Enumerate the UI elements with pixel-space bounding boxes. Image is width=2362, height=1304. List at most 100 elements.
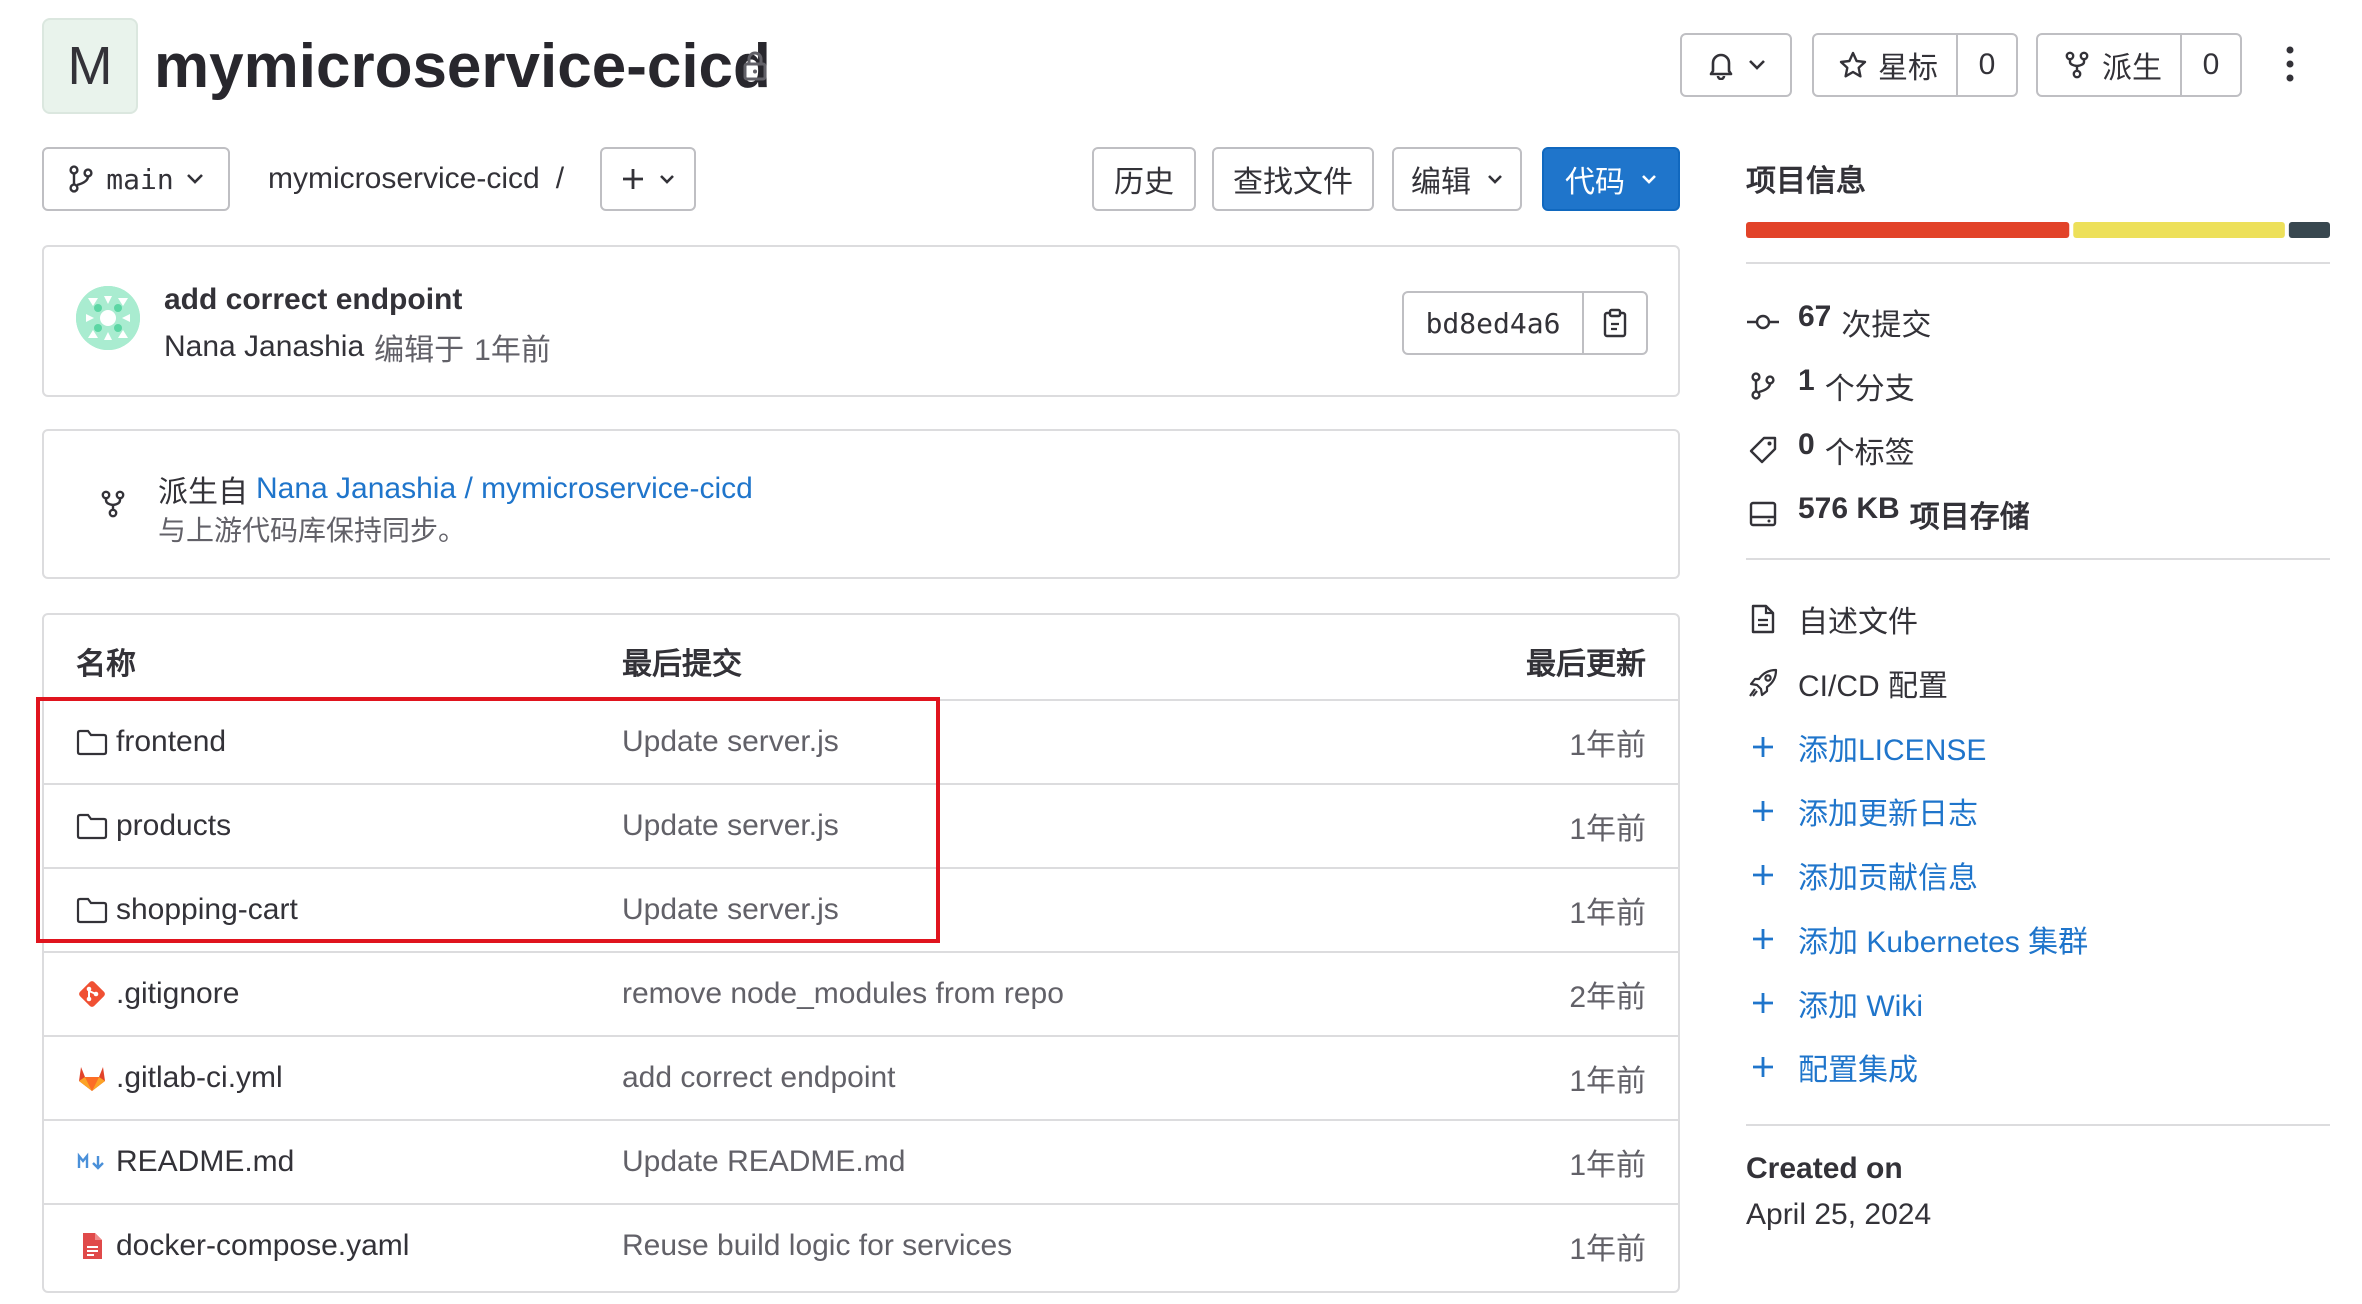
forked-from: 派生自 Nana Janashia / mymicroservice-cicd xyxy=(158,467,753,511)
row-updated-time: 2年前 xyxy=(1569,981,1646,1014)
language-bar[interactable] xyxy=(1746,212,2330,238)
divider xyxy=(1746,558,2330,560)
file-name[interactable]: README.md xyxy=(116,1145,294,1179)
gitlab-icon xyxy=(76,1063,108,1093)
document-icon xyxy=(1746,603,1780,635)
commit-sha[interactable]: bd8ed4a6 xyxy=(1404,293,1584,353)
star-button[interactable]: 星标 0 xyxy=(1812,33,2018,97)
add-changelog-link[interactable]: 添加更新日志 xyxy=(1746,789,1978,833)
add-license-link[interactable]: 添加LICENSE xyxy=(1746,725,1986,769)
plus-icon xyxy=(621,167,645,191)
lock-icon xyxy=(740,50,770,90)
project-title[interactable]: mymicroservice-cicd xyxy=(154,30,771,104)
chevron-down-icon xyxy=(1748,59,1766,71)
tags-label: 个标签 xyxy=(1824,437,1915,470)
configure-integrations-link[interactable]: 配置集成 xyxy=(1746,1045,1918,1089)
tags-stat[interactable]: 0 个标签 xyxy=(1746,428,1915,472)
storage-icon xyxy=(1746,500,1780,528)
table-row[interactable]: .gitignore remove node_modules from repo… xyxy=(44,951,1678,1035)
add-wiki-link[interactable]: 添加 Wiki xyxy=(1746,981,1923,1025)
forked-from-link[interactable]: Nana Janashia / mymicroservice-cicd xyxy=(256,472,753,506)
add-contributing-link[interactable]: 添加贡献信息 xyxy=(1746,853,1978,897)
file-name[interactable]: docker-compose.yaml xyxy=(116,1229,409,1263)
row-commit-message[interactable]: Reuse build logic for services xyxy=(622,1229,1012,1263)
project-info-title: 项目信息 xyxy=(1746,165,1866,198)
fork-sync-status: 与上游代码库保持同步。 xyxy=(158,515,467,546)
project-avatar-letter: M xyxy=(67,36,113,96)
branches-count: 1 xyxy=(1798,364,1815,397)
fork-count[interactable]: 0 xyxy=(2182,35,2240,95)
edit-label: 编辑 xyxy=(1411,166,1471,199)
row-updated-time: 1年前 xyxy=(1569,1233,1646,1266)
table-row[interactable]: README.md Update README.md 1年前 xyxy=(44,1119,1678,1203)
history-button[interactable]: 历史 xyxy=(1092,147,1196,211)
branches-label: 个分支 xyxy=(1824,373,1915,406)
code-label: 代码 xyxy=(1565,166,1625,199)
git-icon xyxy=(76,978,108,1010)
breadcrumb-root[interactable]: mymicroservice-cicd xyxy=(268,162,540,196)
branch-selector[interactable]: main xyxy=(42,147,230,211)
readme-label: 自述文件 xyxy=(1798,606,1918,639)
column-header-name: 名称 xyxy=(76,648,136,681)
row-commit-message[interactable]: remove node_modules from repo xyxy=(622,977,1064,1011)
add-file-dropdown[interactable] xyxy=(600,147,696,211)
row-updated-time: 1年前 xyxy=(1569,813,1646,846)
commit-meta: Nana Janashia 编辑于 1年前 xyxy=(164,325,551,369)
column-header-last-commit: 最后提交 xyxy=(622,648,742,681)
star-count[interactable]: 0 xyxy=(1958,35,2016,95)
commits-label: 次提交 xyxy=(1841,309,1932,342)
plus-icon xyxy=(1746,1055,1780,1079)
commit-action: 编辑于 xyxy=(374,334,465,367)
readme-link[interactable]: 自述文件 xyxy=(1746,597,1918,641)
edit-dropdown[interactable]: 编辑 xyxy=(1392,147,1522,211)
commit-author[interactable]: Nana Janashia xyxy=(164,330,364,364)
tag-icon xyxy=(1746,435,1780,465)
language-bar-segment[interactable] xyxy=(2073,222,2285,238)
code-dropdown[interactable]: 代码 xyxy=(1542,147,1680,211)
last-commit-card: add correct endpoint Nana Janashia 编辑于 1… xyxy=(42,245,1680,397)
project-avatar[interactable]: M xyxy=(42,18,138,114)
copy-sha-button[interactable] xyxy=(1584,293,1646,353)
commits-stat[interactable]: 67 次提交 xyxy=(1746,300,1931,344)
star-icon xyxy=(1838,50,1868,80)
created-on-date: April 25, 2024 xyxy=(1746,1198,1932,1231)
commit-title[interactable]: add correct endpoint xyxy=(164,283,462,317)
plus-icon xyxy=(1746,927,1780,951)
more-actions-icon[interactable] xyxy=(2280,44,2300,88)
breadcrumb: mymicroservice-cicd / xyxy=(268,147,564,211)
highlight-box xyxy=(36,697,940,943)
branch-icon xyxy=(1746,371,1780,401)
author-avatar[interactable] xyxy=(76,286,140,350)
plus-icon xyxy=(1746,863,1780,887)
commit-icon xyxy=(1746,312,1780,332)
file-name[interactable]: .gitignore xyxy=(116,977,239,1011)
add-wiki-label: 添加 Wiki xyxy=(1798,990,1923,1023)
fork-button[interactable]: 派生 0 xyxy=(2036,33,2242,97)
file-name[interactable]: .gitlab-ci.yml xyxy=(116,1061,283,1095)
chevron-down-icon xyxy=(659,174,675,185)
branch-icon xyxy=(68,164,94,194)
commit-time: 1年前 xyxy=(474,334,551,367)
commits-count: 67 xyxy=(1798,300,1832,333)
row-updated-time: 1年前 xyxy=(1569,897,1646,930)
cicd-config-link[interactable]: CI/CD 配置 xyxy=(1746,661,1948,705)
add-kubernetes-link[interactable]: 添加 Kubernetes 集群 xyxy=(1746,917,2088,961)
plus-icon xyxy=(1746,799,1780,823)
storage-label: 项目存储 xyxy=(1909,501,2030,534)
plus-icon xyxy=(1746,991,1780,1015)
language-bar-segment[interactable] xyxy=(2288,222,2330,238)
find-file-button[interactable]: 查找文件 xyxy=(1212,147,1374,211)
row-commit-message[interactable]: add correct endpoint xyxy=(622,1061,896,1095)
rocket-icon xyxy=(1746,667,1780,699)
fork-icon xyxy=(2062,50,2092,80)
language-bar-segment[interactable] xyxy=(1746,222,2070,238)
branches-stat[interactable]: 1 个分支 xyxy=(1746,364,1915,408)
table-row[interactable]: .gitlab-ci.yml add correct endpoint 1年前 xyxy=(44,1035,1678,1119)
storage-stat[interactable]: 576 KB 项目存储 xyxy=(1746,492,2030,536)
row-commit-message[interactable]: Update README.md xyxy=(622,1145,905,1179)
notification-button[interactable] xyxy=(1680,33,1792,97)
table-row[interactable]: docker-compose.yaml Reuse build logic fo… xyxy=(44,1203,1678,1287)
commit-sha-group: bd8ed4a6 xyxy=(1402,291,1648,355)
fork-info-card: 派生自 Nana Janashia / mymicroservice-cicd … xyxy=(42,429,1680,579)
add-kubernetes-label: 添加 Kubernetes 集群 xyxy=(1798,926,2089,959)
